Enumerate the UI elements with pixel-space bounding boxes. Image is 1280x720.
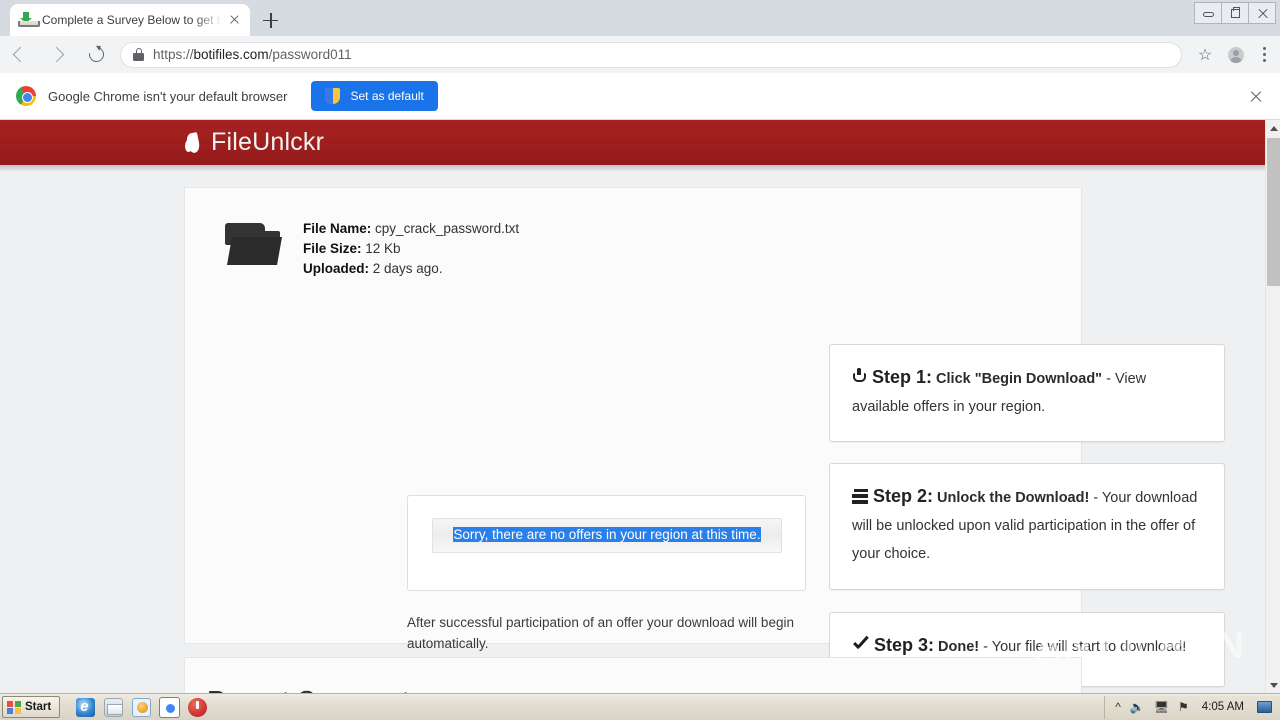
step-3-heading: Step 3:	[874, 635, 935, 655]
set-as-default-label: Set as default	[350, 89, 424, 103]
flag-icon[interactable]: ⚑	[1178, 701, 1189, 713]
address-bar[interactable]: https://botifiles.com/password011	[120, 41, 1182, 68]
windows-taskbar: Start ^ 🔈 🖥 ⚑ 4:05 AM	[0, 693, 1280, 720]
close-icon[interactable]	[226, 12, 242, 28]
windows-logo-icon	[7, 700, 21, 714]
offers-message-text: Sorry, there are no offers in your regio…	[453, 527, 761, 542]
step-2-card: Step 2: Unlock the Download! - Your down…	[829, 463, 1225, 590]
url-text: https://botifiles.com/password011	[153, 47, 352, 62]
monitor-icon[interactable]	[1257, 701, 1272, 713]
url-host: botifiles.com	[193, 47, 269, 62]
header-shadow	[0, 165, 1265, 172]
url-scheme: https://	[153, 47, 194, 62]
taskbar-clock[interactable]: 4:05 AM	[1202, 701, 1244, 713]
close-icon[interactable]	[1248, 2, 1276, 24]
chevron-up-icon[interactable]: ^	[1115, 701, 1121, 713]
restore-icon[interactable]	[1221, 2, 1249, 24]
main-content-card: File Name: cpy_crack_password.txt File S…	[184, 187, 1225, 687]
page-scrollbar[interactable]	[1265, 120, 1280, 693]
start-label: Start	[25, 701, 52, 713]
file-name-label: File Name:	[303, 221, 372, 236]
step-1-subject: Click "Begin Download"	[936, 371, 1103, 387]
watermark-left-text: ANY	[1035, 624, 1119, 667]
chrome-icon[interactable]	[159, 696, 181, 718]
page-viewport: FileUnlckr File Name: cpy_crack_password…	[0, 120, 1280, 693]
site-header: FileUnlckr	[0, 120, 1265, 165]
after-participation-note: After successful participation of an off…	[407, 615, 794, 651]
file-size-row: File Size: 12 Kb	[303, 239, 519, 259]
site-brand: FileUnlckr	[211, 128, 325, 156]
file-uploaded-row: Uploaded: 2 days ago.	[303, 259, 519, 279]
reload-icon[interactable]	[80, 38, 114, 72]
step-1-card: Step 1: Click "Begin Download" - View av…	[829, 344, 1225, 442]
minimize-icon[interactable]	[1194, 2, 1222, 24]
scrollbar-thumb[interactable]	[1267, 138, 1280, 286]
check-icon	[852, 638, 869, 653]
quick-launch-bar	[76, 696, 208, 718]
browser-tab[interactable]: Complete a Survey Below to get the	[10, 4, 250, 36]
step-2-heading: Step 2:	[873, 486, 934, 506]
file-size-value: 12 Kb	[365, 241, 401, 256]
recent-comments-title: Recent Comments:	[207, 685, 430, 693]
step-3-subject: Done!	[938, 639, 980, 655]
star-icon[interactable]: ☆	[1190, 40, 1220, 70]
step-1-heading: Step 1:	[872, 367, 933, 387]
chrome-logo-icon	[16, 86, 36, 106]
browser-window: Complete a Survey Below to get the https…	[0, 0, 1280, 693]
file-size-label: File Size:	[303, 241, 362, 256]
folder-icon	[225, 223, 282, 267]
window-controls	[1194, 2, 1276, 24]
file-name-row: File Name: cpy_crack_password.txt	[303, 219, 519, 239]
scroll-up-arrow-icon[interactable]	[1266, 120, 1280, 136]
anyrun-watermark: ANY RUN	[1035, 615, 1245, 677]
scroll-down-arrow-icon[interactable]	[1266, 677, 1280, 693]
avatar-icon[interactable]	[1220, 40, 1250, 70]
kebab-menu-icon[interactable]	[1250, 40, 1280, 70]
forward-arrow-icon[interactable]	[42, 38, 76, 72]
download-tray-icon	[18, 12, 40, 28]
network-icon[interactable]: 🖥	[1154, 701, 1169, 713]
set-as-default-button[interactable]: Set as default	[311, 81, 438, 111]
file-info: File Name: cpy_crack_password.txt File S…	[225, 219, 519, 279]
record-icon[interactable]	[188, 697, 208, 717]
browser-toolbar: https://botifiles.com/password011 ☆	[0, 36, 1280, 73]
back-arrow-icon[interactable]	[4, 38, 38, 72]
infobar-message: Google Chrome isn't your default browser	[48, 88, 288, 104]
system-tray: ^ 🔈 🖥 ⚑ 4:05 AM	[1104, 695, 1280, 719]
file-uploaded-label: Uploaded:	[303, 261, 369, 276]
default-browser-infobar: Google Chrome isn't your default browser…	[0, 73, 1280, 120]
plus-icon[interactable]	[258, 8, 284, 32]
server-bars-icon	[852, 489, 868, 504]
tab-title: Complete a Survey Below to get the	[42, 13, 222, 27]
url-path: /password011	[268, 47, 352, 62]
lock-icon	[133, 48, 144, 61]
volume-icon[interactable]: 🔈	[1130, 701, 1145, 713]
offers-message-inner[interactable]: Sorry, there are no offers in your regio…	[432, 518, 782, 553]
recent-comments-card: Recent Comments:	[184, 657, 1082, 693]
close-icon[interactable]	[1248, 89, 1264, 105]
tab-strip: Complete a Survey Below to get the	[0, 0, 1280, 36]
flame-icon	[184, 131, 202, 154]
hand-pointer-icon	[852, 368, 867, 385]
file-name-value: cpy_crack_password.txt	[375, 221, 520, 236]
shield-icon	[325, 88, 341, 104]
media-player-icon[interactable]	[132, 697, 152, 717]
start-button[interactable]: Start	[2, 696, 61, 718]
play-triangle-icon	[1122, 622, 1174, 670]
offers-message-box: Sorry, there are no offers in your regio…	[407, 495, 806, 591]
internet-explorer-icon[interactable]	[76, 697, 96, 717]
folder-icon[interactable]	[104, 697, 124, 717]
step-2-subject: Unlock the Download!	[937, 490, 1090, 506]
file-uploaded-value: 2 days ago.	[372, 261, 443, 276]
